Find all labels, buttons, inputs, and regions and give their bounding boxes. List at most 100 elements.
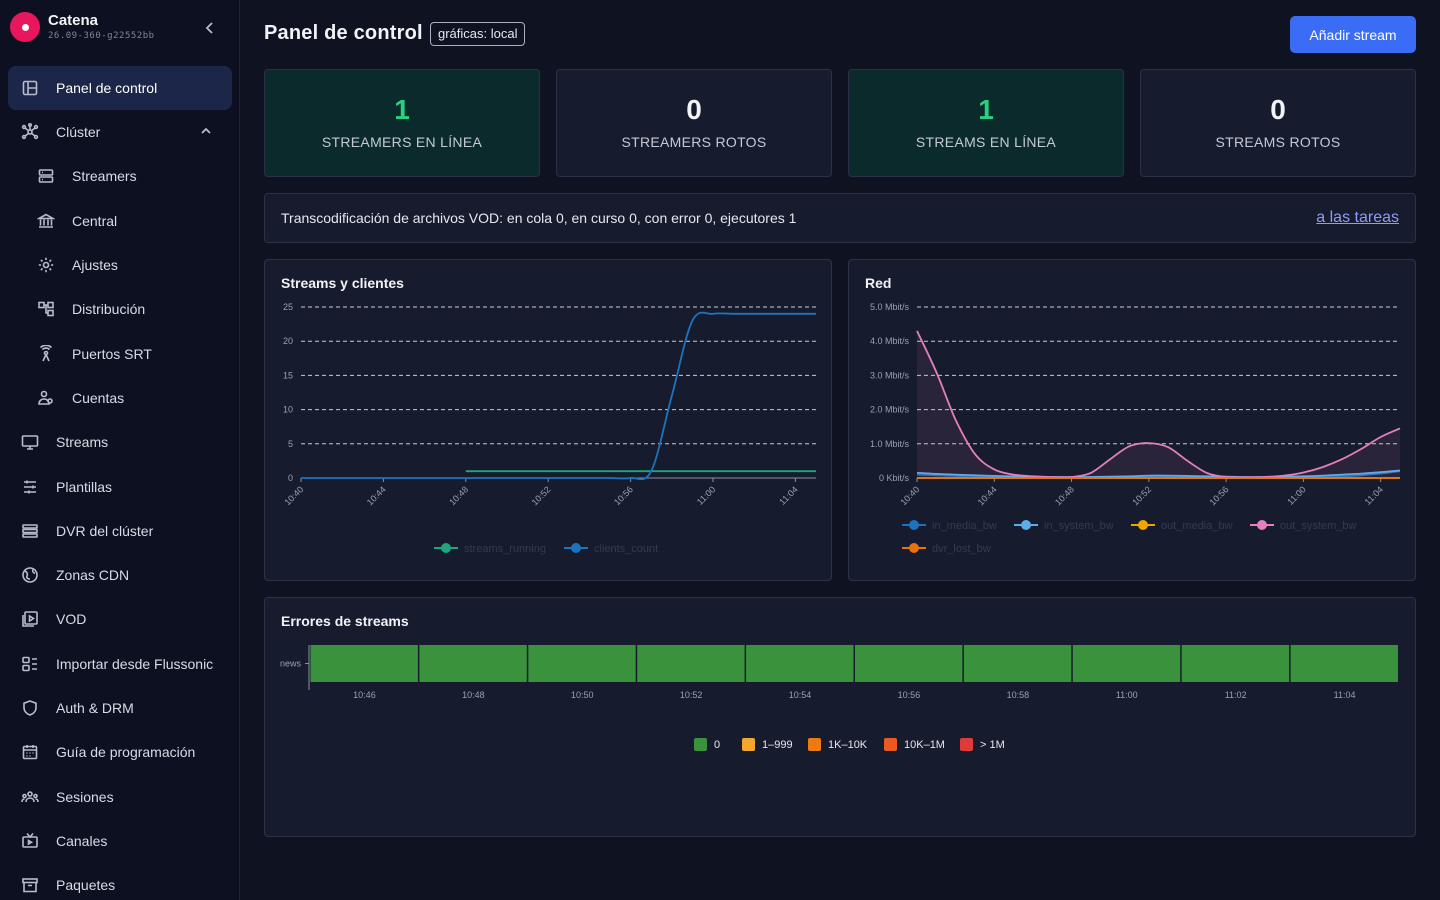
sidebar-item-paquetes[interactable]: Paquetes bbox=[0, 863, 240, 900]
sidebar-item-label: Paquetes bbox=[56, 877, 116, 894]
legend-item-clients_count[interactable]: clients_count bbox=[564, 543, 658, 555]
sidebar-item-label: Streams bbox=[56, 434, 109, 451]
y-tick-label: 20 bbox=[283, 336, 293, 346]
sidebar-item-plantillas[interactable]: Plantillas bbox=[0, 464, 240, 508]
sidebar-item-importar-desde-flussonic[interactable]: Importar desde Flussonic bbox=[0, 642, 240, 686]
sidebar-item-dvr-del-clúster[interactable]: DVR del clúster bbox=[0, 509, 240, 553]
sidebar-item-guía-de-programación[interactable]: Guía de programación bbox=[0, 730, 240, 774]
x-tick-label: 11:04 bbox=[1334, 690, 1356, 700]
heatmap-cell[interactable] bbox=[310, 645, 418, 682]
stat-card[interactable]: 1 STREAMS EN LÍNEA bbox=[848, 69, 1124, 177]
sidebar-item-clúster[interactable]: Clúster bbox=[0, 110, 240, 154]
sidebar-item-label: VOD bbox=[56, 611, 87, 628]
sidebar-nav: Panel de control Clúster Streamers Central A… bbox=[0, 66, 240, 900]
charts-source-badge[interactable]: gráficas: local bbox=[430, 22, 526, 46]
sidebar-item-streamers[interactable]: Streamers bbox=[0, 154, 240, 198]
server-icon bbox=[36, 166, 56, 186]
y-tick-label: 2.0 Mbit/s bbox=[870, 405, 910, 415]
heatmap-cell[interactable] bbox=[637, 645, 745, 682]
tasks-link[interactable]: a las tareas bbox=[1316, 209, 1399, 227]
cluster-icon bbox=[20, 122, 40, 142]
streams-clients-chart: 0 5 10 15 20 25 10:40 10:44 10:48 10:52 10:56 11:00… bbox=[282, 302, 816, 555]
bank-icon bbox=[36, 211, 56, 231]
y-tick-label: 1.0 Mbit/s bbox=[870, 439, 910, 449]
legend-label: in_system_bw bbox=[1044, 520, 1114, 532]
users-icon bbox=[36, 388, 56, 408]
legend-item-in_system_bw[interactable]: in_system_bw bbox=[1014, 520, 1114, 532]
sidebar-item-zonas-cdn[interactable]: Zonas CDN bbox=[0, 553, 240, 597]
stat-value: 0 bbox=[686, 94, 702, 125]
sidebar-item-canales[interactable]: Canales bbox=[0, 819, 240, 863]
x-tick-label: 11:00 bbox=[1116, 690, 1138, 700]
vod-transcoding-status: Transcodificación de archivos VOD: en co… bbox=[264, 193, 1416, 243]
x-tick-label: 10:48 bbox=[447, 484, 470, 507]
heatmap-cell[interactable] bbox=[1290, 645, 1398, 682]
heatmap-cell[interactable] bbox=[1072, 645, 1181, 682]
chevron-up-icon[interactable] bbox=[200, 125, 212, 140]
x-tick-label: 10:44 bbox=[976, 484, 999, 507]
sidebar-item-auth-drm[interactable]: Auth & DRM bbox=[0, 686, 240, 730]
legend-label: > 1M bbox=[980, 739, 1005, 751]
brand[interactable]: Catena 26.09-360-g22552bb bbox=[10, 12, 155, 42]
x-tick-label: 10:52 bbox=[530, 484, 553, 507]
sidebar-item-label: Sesiones bbox=[56, 788, 114, 805]
y-tick-label: 5.0 Mbit/s bbox=[870, 302, 910, 312]
stat-card[interactable]: 1 STREAMERS EN LÍNEA bbox=[264, 69, 540, 177]
legend-marker bbox=[441, 543, 451, 553]
sidebar-item-distribución[interactable]: Distribución bbox=[0, 287, 240, 331]
legend-label: out_system_bw bbox=[1280, 520, 1356, 532]
sidebar-item-streams[interactable]: Streams bbox=[0, 420, 240, 464]
heatmap-cell[interactable] bbox=[855, 645, 963, 682]
sidebar-item-central[interactable]: Central bbox=[0, 199, 240, 243]
legend-item-dvr_lost_bw[interactable]: dvr_lost_bw bbox=[902, 543, 991, 555]
sidebar-item-label: Central bbox=[72, 212, 118, 229]
legend-marker bbox=[1021, 520, 1031, 530]
sidebar-item-panel-de-control[interactable]: Panel de control bbox=[8, 66, 232, 110]
stat-card[interactable]: 0 STREAMS ROTOS bbox=[1140, 69, 1416, 177]
sidebar: Catena 26.09-360-g22552bb Panel de contr… bbox=[0, 0, 240, 900]
heatmap-legend-item: 1–999 bbox=[742, 738, 793, 751]
legend-item-streams_running[interactable]: streams_running bbox=[434, 543, 546, 555]
legend-item-out_system_bw[interactable]: out_system_bw bbox=[1250, 520, 1356, 532]
heatmap-cell[interactable] bbox=[746, 645, 854, 682]
sidebar-item-label: Cuentas bbox=[72, 389, 125, 406]
shield-icon bbox=[20, 698, 40, 718]
sidebar-item-label: Puertos SRT bbox=[72, 345, 152, 362]
y-tick-label: 5 bbox=[288, 439, 293, 449]
sidebar-item-label: Guía de programación bbox=[56, 744, 196, 761]
stat-label: STREAMERS ROTOS bbox=[621, 134, 767, 150]
sidebar-item-sesiones[interactable]: Sesiones bbox=[0, 774, 240, 818]
sidebar-item-label: Auth & DRM bbox=[56, 700, 134, 716]
x-tick-label: 10:44 bbox=[365, 484, 388, 507]
sidebar-item-ajustes[interactable]: Ajustes bbox=[0, 243, 240, 287]
x-tick-label: 10:56 bbox=[898, 690, 921, 700]
add-stream-button[interactable]: Añadir stream bbox=[1290, 16, 1416, 53]
legend-label: 10K–1M bbox=[904, 739, 945, 751]
x-tick-label: 10:50 bbox=[571, 690, 594, 700]
sidebar-item-label: Zonas CDN bbox=[56, 567, 130, 584]
brand-logo-icon bbox=[10, 12, 40, 42]
sliders-icon bbox=[20, 477, 40, 497]
sidebar-item-puertos-srt[interactable]: Puertos SRT bbox=[0, 331, 240, 375]
legend-item-out_media_bw[interactable]: out_media_bw bbox=[1131, 520, 1233, 532]
sidebar-item-label: Importar desde Flussonic bbox=[56, 655, 214, 672]
heatmap-cell[interactable] bbox=[963, 645, 1072, 682]
sidebar-item-vod[interactable]: VOD bbox=[0, 597, 240, 641]
network-chart: 0 Kbit/s 1.0 Mbit/s 2.0 Mbit/s 3.0 Mbit/s 4.… bbox=[870, 302, 1401, 555]
legend-marker bbox=[571, 543, 581, 553]
x-tick-label: 10:54 bbox=[789, 690, 812, 700]
x-tick-label: 10:46 bbox=[353, 690, 376, 700]
sidebar-item-cuentas[interactable]: Cuentas bbox=[0, 376, 240, 420]
heatmap-cell[interactable] bbox=[1181, 645, 1290, 682]
calendar-icon bbox=[20, 742, 40, 762]
legend-marker bbox=[909, 543, 919, 553]
import-icon bbox=[20, 654, 40, 674]
collapse-sidebar-chevron-left-icon[interactable] bbox=[200, 18, 220, 38]
sidebar-item-label: Plantillas bbox=[56, 478, 113, 495]
stat-card[interactable]: 0 STREAMERS ROTOS bbox=[556, 69, 832, 177]
heatmap-cell[interactable] bbox=[419, 645, 527, 682]
legend-label: clients_count bbox=[594, 543, 658, 555]
heatmap-cell[interactable] bbox=[528, 645, 636, 682]
legend-marker bbox=[909, 520, 919, 530]
legend-item-in_media_bw[interactable]: in_media_bw bbox=[902, 520, 997, 532]
